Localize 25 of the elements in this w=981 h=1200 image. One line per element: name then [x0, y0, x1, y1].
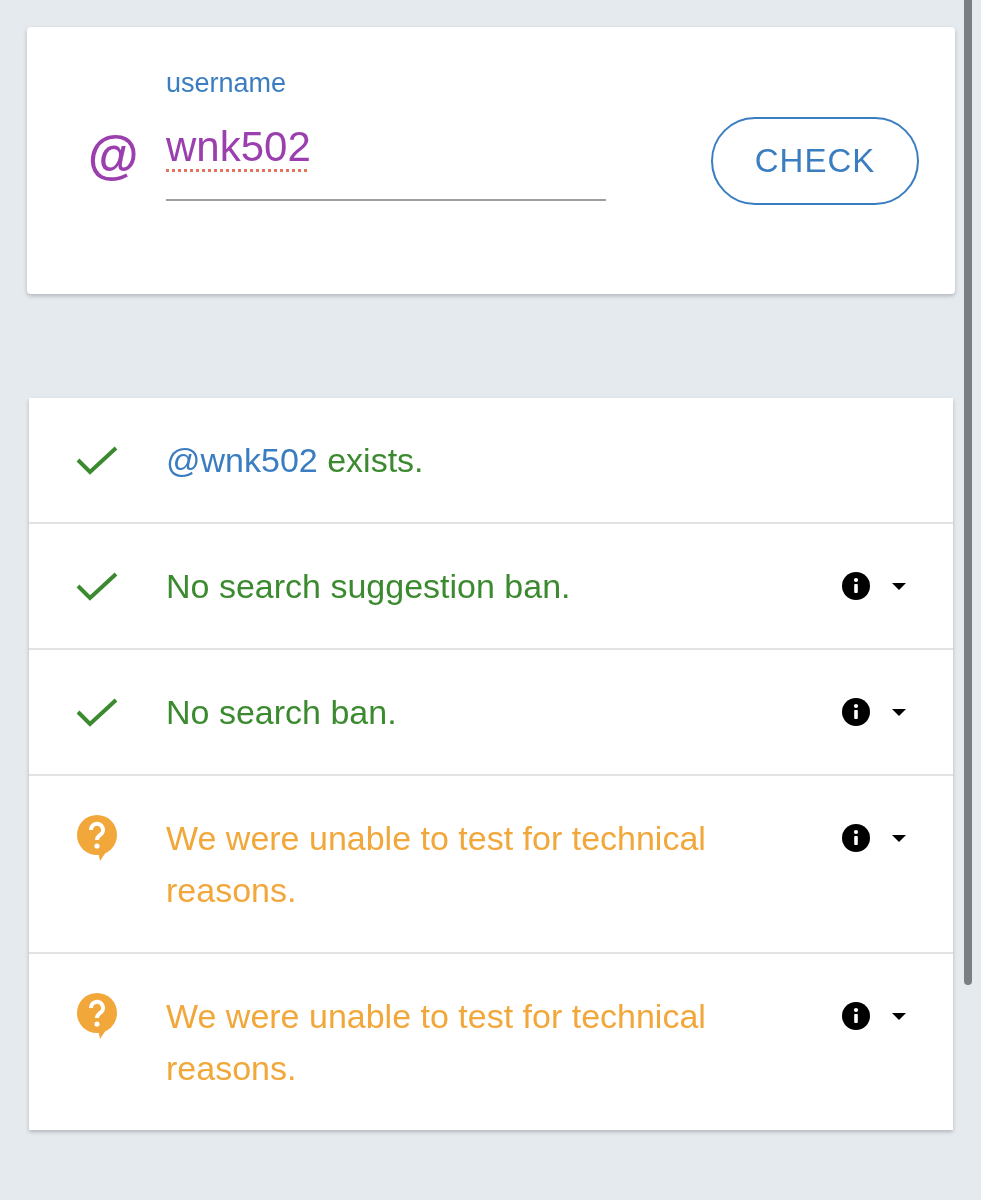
- caret-icon[interactable]: [892, 834, 906, 842]
- question-bubble-icon: [77, 815, 117, 861]
- result-text: @wnk502 exists.: [166, 440, 424, 481]
- field-label: username: [166, 69, 288, 97]
- question-bubble-icon: [77, 993, 117, 1039]
- checkmark-icon: [76, 571, 118, 601]
- info-icon[interactable]: [842, 698, 870, 726]
- check-button[interactable]: CHECK: [711, 117, 919, 205]
- info-icon[interactable]: [842, 1002, 870, 1030]
- result-text: We were unable to test for technical reasons.: [166, 996, 707, 1089]
- checkmark-icon: [76, 697, 118, 727]
- result-text: No search suggestion ban.: [166, 566, 571, 607]
- info-icon[interactable]: [842, 824, 870, 852]
- field-value: wnk502: [166, 125, 312, 172]
- profile-link[interactable]: @wnk502: [166, 441, 318, 479]
- info-icon[interactable]: [842, 572, 870, 600]
- caret-icon[interactable]: [892, 582, 906, 590]
- username-field[interactable]: username wnk502: [166, 69, 606, 201]
- at-symbol: @: [87, 127, 138, 183]
- checkmark-icon: [76, 445, 118, 475]
- result-text: We were unable to test for technical reasons.: [166, 818, 707, 911]
- result-text: No search ban.: [166, 692, 397, 733]
- caret-icon[interactable]: [892, 708, 906, 716]
- caret-icon[interactable]: [892, 1012, 906, 1020]
- scrollbar-thumb[interactable]: [964, 0, 972, 985]
